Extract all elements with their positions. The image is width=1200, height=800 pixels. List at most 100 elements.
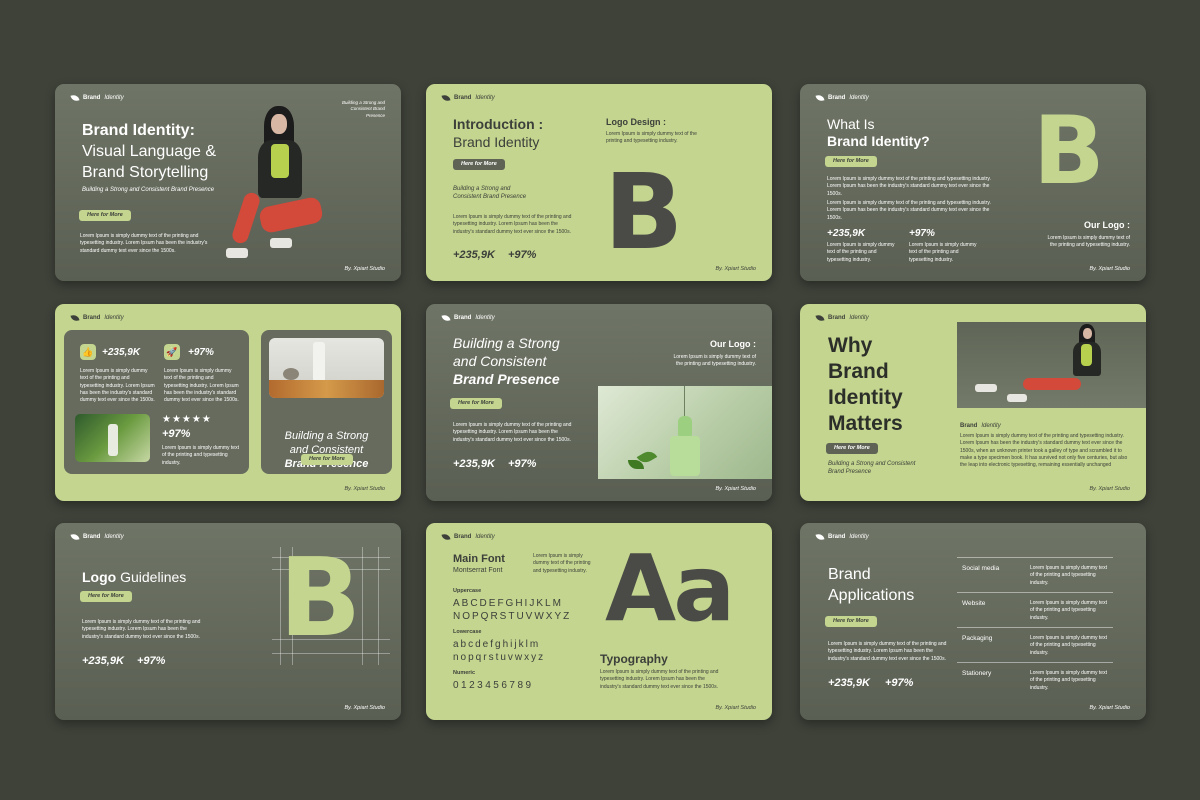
applications-title-1: Brand [828,566,871,583]
brand-mark: Brand Identity [815,533,869,541]
logo-letter: B [604,151,684,273]
stat-percent-text: Lorem Ipsum is simply dummy text of the … [164,368,239,403]
brand-mark: Brand Identity [441,94,495,102]
stat-followers: +235,9K [82,655,124,667]
here-for-more-button[interactable]: Here for More [79,210,131,221]
leaf-icon [815,94,825,102]
thumbs-up-icon: 👍 [80,344,96,360]
stat-followers-text: Lorem Ipsum is simply dummy text of the … [80,368,155,403]
presence-line3: Brand Presence [453,371,560,387]
slide-introduction[interactable]: Brand Identity Introduction : Brand Ident… [426,84,772,281]
font-description: Lorem Ipsum is simply dummy text of the … [533,553,591,574]
our-logo-text: Lorem Ipsum is simply dummy text of the … [1047,235,1130,249]
logo-guidelines-title: Logo Guidelines [82,569,187,585]
photo-stat-text: Lorem Ipsum is simply dummy text of the … [162,445,239,466]
why-title-3: Identity [828,386,903,409]
slide-typography[interactable]: Brand Identity Main Font Montserrat Font … [426,523,772,720]
slide-why-brand-identity[interactable]: Brand Identity Why Brand Identity Matters… [800,304,1146,501]
model-photo [957,322,1146,408]
cover-title-line1: Brand Identity: [82,122,195,139]
logo-guidelines-body: Lorem Ipsum is simply dummy text of the … [82,619,201,640]
slide-logo-guidelines[interactable]: Brand Identity Logo Guidelines Here for M… [55,523,401,720]
brand-mark: Brand Identity [70,533,124,541]
brand-mark: Brand Identity [815,314,869,322]
main-font-title: Main Font [453,553,505,565]
why-tagline: Building a Strong and Consistent Brand P… [828,461,916,476]
our-logo-title: Our Logo : [710,339,756,349]
typography-sample: Aa [605,535,735,642]
numeric-row: 0123456789 [453,680,534,691]
brand-mark: Brand Identity [70,94,124,102]
lowercase-row-1: abcdefghijklm [453,639,541,650]
app-row-packaging-text: Lorem Ipsum is simply dummy text of the … [1030,635,1107,656]
bottle-stones-photo [269,338,384,398]
here-for-more-button[interactable]: Here for More [301,454,353,465]
why-title-2: Brand [828,360,889,383]
slide-brand-applications[interactable]: Brand Identity Brand Applications Here fo… [800,523,1146,720]
here-for-more-button[interactable]: Here for More [453,159,505,170]
applications-title-2: Applications [828,587,915,604]
leaf-icon [441,533,451,541]
model-photo [220,102,340,267]
footer-credit: By. Xpiart Studio [715,486,756,492]
footer-credit: By. Xpiart Studio [344,705,385,711]
rating-stars: ★★★★★ [162,414,212,425]
slide-what-is-brand-identity[interactable]: Brand Identity What Is Brand Identity? He… [800,84,1146,281]
cover-top-right-text: Building a Strong and Consistent Brand P… [341,100,385,118]
lowercase-row-2: nopqrstuvwxyz [453,652,546,663]
logo-letter: B [1033,97,1105,206]
here-for-more-button[interactable]: Here for More [825,156,877,167]
logo-design-title: Logo Design : [606,117,666,127]
intro-body-text: Lorem Ipsum is simply dummy text of the … [453,214,572,235]
footer-credit: By. Xpiart Studio [344,486,385,492]
applications-body: Lorem Ipsum is simply dummy text of the … [828,641,947,662]
why-paragraph: Lorem Ipsum is simply dummy text of the … [960,433,1128,468]
brand-mark: Brand Identity [441,533,495,541]
app-row-social-media-text: Lorem Ipsum is simply dummy text of the … [1030,565,1107,586]
app-row-website-text: Lorem Ipsum is simply dummy text of the … [1030,600,1107,621]
font-name: Montserrat Font [453,567,503,574]
footer-credit: By. Xpiart Studio [1089,705,1130,711]
stat-followers: +235,9K [828,677,870,689]
cover-title-line3: Brand Storytelling [82,164,209,181]
leaf-icon [70,533,80,541]
why-title-1: Why [828,334,873,357]
typography-title: Typography [600,652,668,666]
footer-credit: By. Xpiart Studio [715,266,756,272]
stat-percent: +97% [137,655,166,667]
photo-stat: +97% [162,428,191,440]
here-for-more-button[interactable]: Here for More [825,616,877,627]
uppercase-row-2: NOPQRSTUVWXYZ [453,611,572,622]
typography-body: Lorem Ipsum is simply dummy text of the … [600,669,719,690]
presence-body-text: Lorem Ipsum is simply dummy text of the … [453,422,572,443]
leaf-icon [70,314,80,322]
presence-line2: and Consistent [453,353,547,369]
brand-identity-title: Brand Identity? [827,133,930,149]
footer-credit: By. Xpiart Studio [1089,266,1130,272]
slide-building-brand-presence[interactable]: Brand Identity Building a Strong and Cons… [426,304,772,501]
stat-followers-text: Lorem Ipsum is simply dummy text of the … [827,242,895,263]
stat-percent: +97% [188,347,214,358]
footer-credit: By. Xpiart Studio [715,705,756,711]
brand-mark: Brand Identity [815,94,869,102]
brand-mark: Brand Identity [441,314,495,322]
what-is-body-2: Lorem Ipsum is simply dummy text of the … [827,200,991,221]
here-for-more-button[interactable]: Here for More [826,443,878,454]
footer-credit: By. Xpiart Studio [344,266,385,272]
stat-percent: +97% [909,228,935,239]
here-for-more-button[interactable]: Here for More [80,591,132,602]
leaf-icon [441,314,451,322]
stat-followers: +235,9K [453,249,495,261]
presence-card: Building a Strong and Consistent Brand P… [261,330,392,474]
logo-letter: B [279,536,362,661]
stat-followers: +235,9K [827,228,866,239]
slide-brand-identity-cover[interactable]: Brand Identity Brand Identity: Visual Lan… [55,84,401,281]
slide-stats-cards[interactable]: Brand Identity 👍 +235,9K Lorem Ipsum is s… [55,304,401,501]
here-for-more-button[interactable]: Here for More [450,398,502,409]
stat-percent-text: Lorem Ipsum is simply dummy text of the … [909,242,977,263]
rocket-icon: 🚀 [164,344,180,360]
brand-identity-caption: Brand Identity [960,423,1001,429]
footer-credit: By. Xpiart Studio [1089,486,1130,492]
cover-title-line2: Visual Language & [82,143,217,160]
stat-followers: +235,9K [102,347,141,358]
